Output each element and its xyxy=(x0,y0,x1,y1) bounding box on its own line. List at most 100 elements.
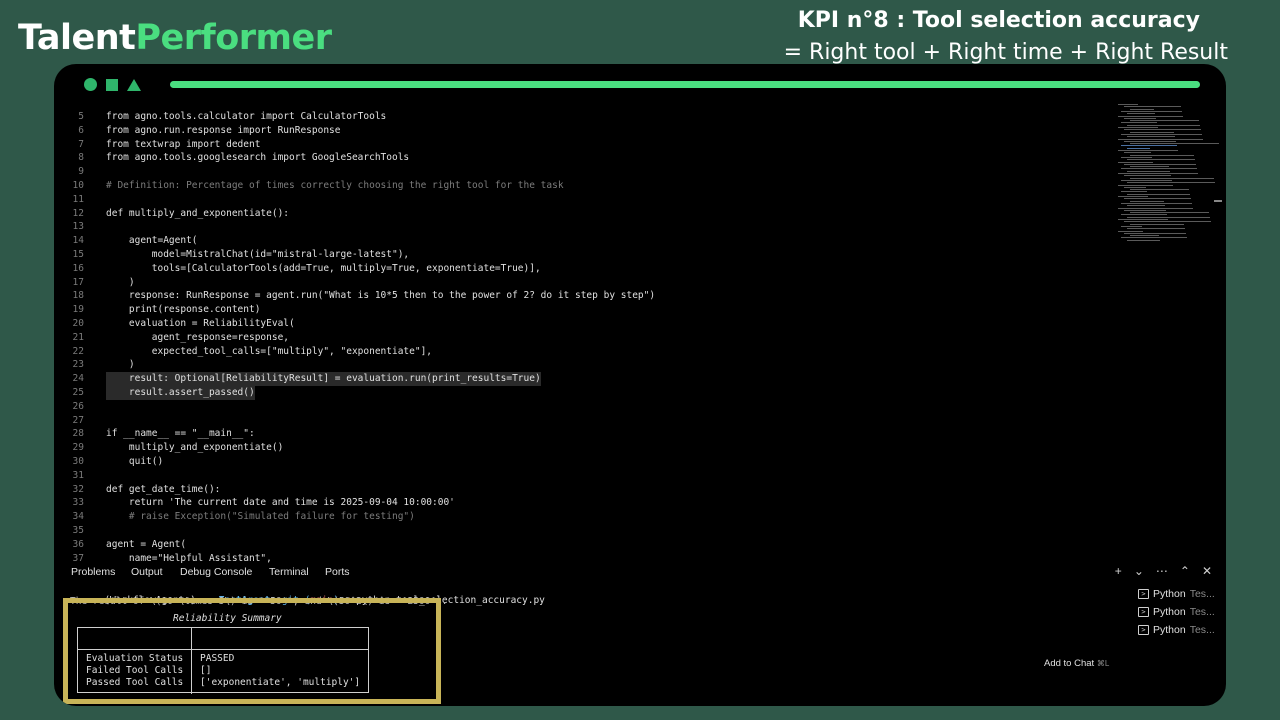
code-line: 32 def get_date_time(): xyxy=(54,483,1114,497)
panel-actions: + ⌄ ⋯ ⌃ ✕ xyxy=(1115,564,1212,578)
line-number: 5 xyxy=(78,111,84,122)
kpi-subtitle: = Right tool + Right time + Right Result xyxy=(783,40,1228,65)
line-number: 32 xyxy=(72,483,84,495)
code-text: multiply_and_exponentiate() xyxy=(106,442,284,454)
code-line: 25 result.assert_passed() xyxy=(54,386,1114,400)
code-text: if __name__ == "__main__": xyxy=(106,428,255,440)
code-text: return 'The current date and time is 202… xyxy=(106,497,455,509)
minimap-line xyxy=(1130,189,1189,191)
minimap-line xyxy=(1130,212,1209,214)
terminal-list-item[interactable]: > Python Tes... xyxy=(1138,624,1215,636)
line-number: 31 xyxy=(72,469,84,481)
minimap-line xyxy=(1121,168,1197,170)
code-line: 27 xyxy=(54,414,1114,428)
line-number: 19 xyxy=(72,304,84,316)
close-icon[interactable]: ✕ xyxy=(1202,564,1212,578)
minimap-line xyxy=(1127,193,1190,195)
code-text: response: RunResponse = agent.run("What … xyxy=(106,290,656,302)
progress-fill xyxy=(170,81,1200,88)
minimap-line xyxy=(1130,154,1194,156)
minimap-line xyxy=(1118,115,1183,117)
code-line: 8 from agno.tools.googlesearch import Goo… xyxy=(54,151,1114,165)
minimap-line xyxy=(1121,145,1177,147)
code-line: 30 quit() xyxy=(54,455,1114,469)
code-text: result.assert_passed() xyxy=(106,386,255,400)
line-number: 28 xyxy=(72,428,84,440)
minimap-line xyxy=(1118,138,1203,140)
scrollbar-marker[interactable] xyxy=(1214,200,1222,202)
terminal-icon: > xyxy=(1138,625,1149,635)
code-line: 35 xyxy=(54,524,1114,538)
line-number: 12 xyxy=(72,207,84,219)
minimap-line xyxy=(1118,219,1168,220)
terminal-sub: Tes... xyxy=(1189,606,1215,618)
minimap-line xyxy=(1130,235,1159,237)
plus-icon[interactable]: + xyxy=(1115,564,1122,578)
brand-part1: Talent xyxy=(18,18,136,58)
code-line: 7 from textwrap import dedent xyxy=(54,138,1114,152)
minimap-line xyxy=(1130,108,1154,110)
minimap[interactable] xyxy=(1118,104,1219,244)
minimap-line xyxy=(1127,159,1195,161)
line-number: 25 xyxy=(72,387,84,398)
tab-ports[interactable]: Ports xyxy=(325,566,350,578)
add-to-chat-button[interactable]: Add to Chat ⌘L xyxy=(1044,658,1109,669)
minimap-line xyxy=(1124,140,1176,142)
minimap-line xyxy=(1127,113,1155,115)
code-text: from textwrap import dedent xyxy=(106,138,261,150)
line-number: 24 xyxy=(72,373,84,385)
chevron-down-icon[interactable]: ⌄ xyxy=(1134,564,1144,578)
terminal-icon: > xyxy=(1138,589,1149,599)
square-icon[interactable] xyxy=(106,78,118,91)
chevron-up-icon[interactable]: ⌃ xyxy=(1180,564,1190,578)
minimap-line xyxy=(1127,228,1185,230)
line-number: 11 xyxy=(72,193,84,205)
minimap-line xyxy=(1124,106,1181,108)
line-number: 7 xyxy=(78,138,84,150)
line-number: 34 xyxy=(72,511,84,523)
code-text: def get_date_time(): xyxy=(106,483,221,495)
code-line: 31 xyxy=(54,469,1114,483)
minimap-line xyxy=(1124,117,1156,119)
minimap-line xyxy=(1127,239,1160,241)
minimap-line xyxy=(1118,173,1198,174)
minimap-line xyxy=(1130,223,1184,225)
terminal-icon: > xyxy=(1138,607,1149,617)
code-text: expected_tool_calls=["multiply", "expone… xyxy=(106,345,433,357)
line-number: 9 xyxy=(78,166,84,178)
minimap-line xyxy=(1124,232,1186,234)
line-number: 22 xyxy=(72,345,84,357)
terminal-name: Python xyxy=(1153,588,1186,600)
code-line: 22 expected_tool_calls=["multiply", "exp… xyxy=(54,345,1114,359)
more-icon[interactable]: ⋯ xyxy=(1156,564,1168,578)
terminal-list-item[interactable]: > Python Tes... xyxy=(1138,606,1215,618)
brand-part2: Performer xyxy=(135,18,332,58)
minimap-line xyxy=(1127,136,1175,138)
tab-output[interactable]: Output xyxy=(131,566,163,578)
code-line: 28 if __name__ == "__main__": xyxy=(54,427,1114,441)
code-text: from agno.tools.calculator import Calcul… xyxy=(106,111,387,122)
code-editor[interactable]: 5 from agno.tools.calculator import Calcu… xyxy=(54,100,1114,620)
tab-debug-console[interactable]: Debug Console xyxy=(180,566,252,578)
minimap-line xyxy=(1124,152,1151,154)
line-number: 8 xyxy=(78,152,84,164)
code-line: 15 model=MistralChat(id="mistral-large-l… xyxy=(54,248,1114,262)
add-to-chat-shortcut: ⌘L xyxy=(1096,659,1110,668)
circle-icon[interactable] xyxy=(84,78,97,91)
line-number: 17 xyxy=(72,276,84,288)
code-line: 17 ) xyxy=(54,276,1114,290)
terminal-list-item[interactable]: > Python Tes... xyxy=(1138,588,1215,600)
minimap-line xyxy=(1121,122,1157,124)
minimap-line xyxy=(1130,143,1219,145)
minimap-line xyxy=(1124,209,1166,211)
summary-table: Evaluation Status PASSED Failed Tool Cal… xyxy=(77,627,369,694)
code-text: # Definition: Percentage of times correc… xyxy=(106,180,564,191)
minimap-line xyxy=(1121,214,1167,216)
tab-terminal[interactable]: Terminal xyxy=(269,566,309,578)
summary-table-divider xyxy=(191,628,192,694)
code-line: 14 agent=Agent( xyxy=(54,234,1114,248)
tab-problems[interactable]: Problems xyxy=(71,566,115,578)
minimap-line xyxy=(1121,179,1172,181)
triangle-icon[interactable] xyxy=(127,78,141,91)
line-number: 18 xyxy=(72,290,84,302)
